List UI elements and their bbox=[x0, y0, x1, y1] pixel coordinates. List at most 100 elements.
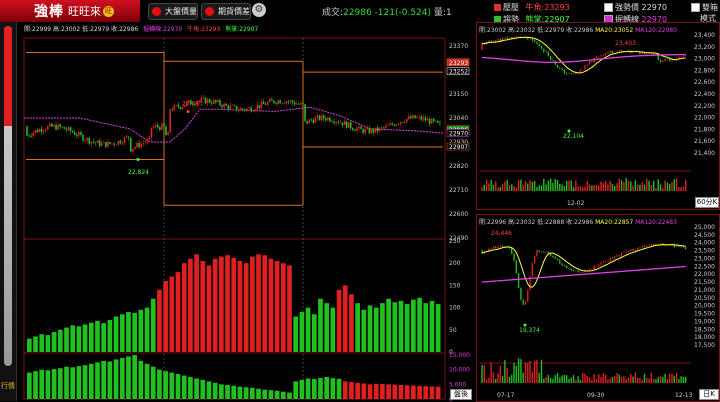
candle-body bbox=[322, 115, 325, 119]
low-marker bbox=[523, 323, 527, 327]
candle-body bbox=[401, 121, 404, 123]
candle-body bbox=[90, 141, 93, 144]
volume-bar bbox=[504, 360, 506, 383]
y-tick-label: 20,500 bbox=[694, 295, 715, 302]
candle-body bbox=[169, 109, 171, 133]
volume-bar bbox=[88, 322, 94, 352]
ma120-line bbox=[481, 53, 686, 63]
price-tick-label: 22600 bbox=[449, 211, 468, 218]
low-annotation: 22,824 bbox=[128, 169, 149, 176]
volume-bar bbox=[593, 374, 595, 383]
red-dot-icon bbox=[205, 7, 214, 16]
volume-bar bbox=[554, 178, 556, 191]
mode-toggle[interactable]: 雙箱 模式 bbox=[691, 2, 718, 24]
candle-body bbox=[650, 244, 653, 246]
after-hours-label[interactable]: 盤後 bbox=[450, 389, 472, 400]
volume-bar bbox=[274, 260, 280, 352]
candle-body bbox=[123, 137, 126, 144]
gear-icon[interactable]: ⚙ bbox=[252, 3, 266, 17]
diff-bar bbox=[311, 379, 317, 399]
volume-bar bbox=[398, 300, 404, 352]
diff-bar bbox=[51, 369, 57, 399]
candle-body bbox=[391, 123, 393, 125]
candle-body bbox=[204, 97, 207, 104]
volume-bar bbox=[380, 303, 385, 352]
diff-bar bbox=[330, 378, 336, 399]
volume-bar bbox=[561, 184, 563, 191]
volume-bar bbox=[607, 184, 609, 191]
candle-body bbox=[675, 245, 678, 247]
volume-bar bbox=[662, 376, 664, 383]
volume-bar bbox=[533, 180, 536, 191]
candle-body bbox=[422, 117, 425, 120]
volume-bar bbox=[499, 365, 502, 383]
candle-body bbox=[682, 56, 685, 57]
after-hours-switch[interactable]: 盤後 bbox=[450, 389, 472, 400]
volume-bar bbox=[511, 184, 513, 191]
candle-body bbox=[618, 50, 621, 52]
diff-bar bbox=[163, 371, 168, 399]
volume-bar bbox=[655, 187, 657, 191]
candle-body bbox=[662, 60, 664, 62]
candle-body bbox=[134, 147, 136, 150]
candle-body bbox=[252, 110, 254, 112]
candle-body bbox=[53, 124, 55, 127]
diff-bar bbox=[194, 378, 199, 399]
volume-bar bbox=[150, 298, 156, 352]
candle-body bbox=[643, 246, 646, 247]
volume-bar bbox=[249, 256, 255, 352]
rb-chart-svg: 25,00024,50024,00023,50023,00022,50022,0… bbox=[479, 224, 715, 399]
volume-bar bbox=[643, 373, 646, 383]
candle-body bbox=[424, 117, 427, 121]
volume-bar bbox=[568, 378, 570, 383]
volume-bar bbox=[504, 181, 506, 191]
volume-bar bbox=[604, 374, 607, 383]
candle-body bbox=[42, 130, 45, 132]
strong-checkbox[interactable] bbox=[604, 3, 613, 12]
volume-bar bbox=[508, 376, 511, 383]
volume-bar bbox=[194, 254, 199, 352]
volume-bar bbox=[632, 376, 634, 383]
candle-body bbox=[499, 39, 502, 41]
candle-body bbox=[393, 124, 396, 126]
candle-body bbox=[549, 254, 552, 256]
quote-label[interactable]: 行情 bbox=[1, 382, 15, 390]
pivot-line bbox=[24, 106, 444, 143]
rt-period-button[interactable]: 60分K bbox=[695, 197, 719, 208]
diff-bar bbox=[324, 377, 330, 399]
ma120-line bbox=[481, 265, 686, 283]
y-tick-label: 22,000 bbox=[694, 115, 715, 122]
volume-bar bbox=[584, 373, 586, 383]
volume-bar bbox=[618, 178, 621, 191]
candle-body bbox=[217, 100, 219, 103]
candle-body bbox=[40, 129, 43, 132]
volume-bar bbox=[280, 263, 286, 352]
volume-bar bbox=[554, 375, 556, 383]
candle-body bbox=[565, 73, 568, 75]
candle-body bbox=[362, 128, 364, 133]
volume-bar bbox=[522, 372, 524, 383]
volume-bar bbox=[641, 379, 643, 383]
volume-bar bbox=[655, 379, 657, 383]
y-tick-label: 18,500 bbox=[694, 326, 715, 333]
date-label: 12-13 bbox=[675, 392, 693, 399]
candle-body bbox=[159, 127, 161, 130]
candle-body bbox=[300, 103, 302, 105]
candle-body bbox=[556, 258, 559, 261]
market-volume-button[interactable]: 大盤價量 bbox=[148, 3, 198, 20]
candle-body bbox=[437, 120, 439, 123]
candle-body bbox=[572, 270, 575, 272]
candle-body bbox=[625, 251, 627, 253]
top-bar: 強棒 旺旺來 旺 大盤價量 期貨價差 ⚙ 成交:22986 -121(-0.52… bbox=[0, 0, 720, 24]
candle-body bbox=[206, 99, 209, 104]
volume-bar bbox=[485, 379, 488, 383]
rb-period-button[interactable]: 日K bbox=[699, 389, 719, 400]
candle-body bbox=[61, 126, 64, 128]
mode-checkbox[interactable] bbox=[691, 3, 700, 12]
candle-body bbox=[57, 124, 59, 130]
candle-body bbox=[680, 56, 682, 58]
futures-spread-button[interactable]: 期貨價差 bbox=[201, 3, 251, 20]
volume-bar bbox=[506, 367, 508, 383]
candle-body bbox=[163, 123, 165, 127]
volume-bar bbox=[188, 258, 193, 352]
